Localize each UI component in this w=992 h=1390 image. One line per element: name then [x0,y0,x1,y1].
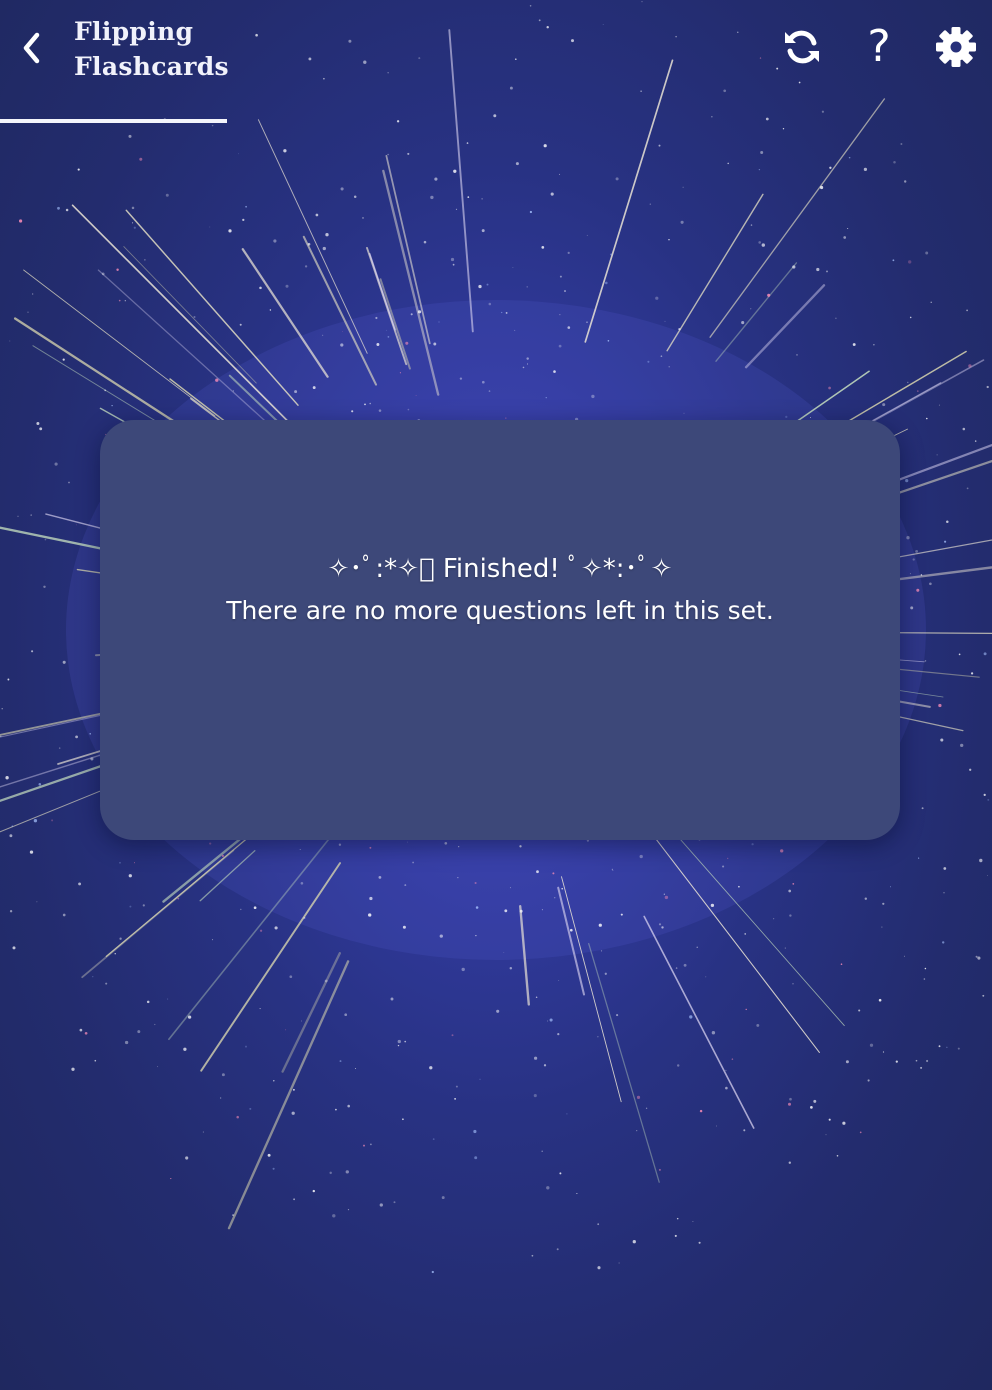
app-title-line-2: Flashcards [74,52,229,81]
settings-button[interactable] [931,22,981,72]
finished-heading: ✧･ﾟ:*✧ﾟ Finished! ﾟ✧*:･ﾟ✧ [327,554,673,584]
back-button[interactable] [14,26,50,70]
help-button[interactable]: ? [854,22,904,72]
app-title-line-1: Flipping [74,17,194,46]
result-card: ✧･ﾟ:*✧ﾟ Finished! ﾟ✧*:･ﾟ✧ There are no m… [100,420,900,840]
refresh-icon [785,30,819,64]
app-header: Flipping Flashcards ? [0,0,992,124]
title-underline [0,119,227,123]
chevron-left-icon [23,32,40,64]
app-title: Flipping Flashcards [74,14,244,84]
refresh-button[interactable] [777,22,827,72]
gear-icon [936,27,976,67]
finished-message: There are no more questions left in this… [226,596,774,625]
help-icon: ? [867,21,891,72]
